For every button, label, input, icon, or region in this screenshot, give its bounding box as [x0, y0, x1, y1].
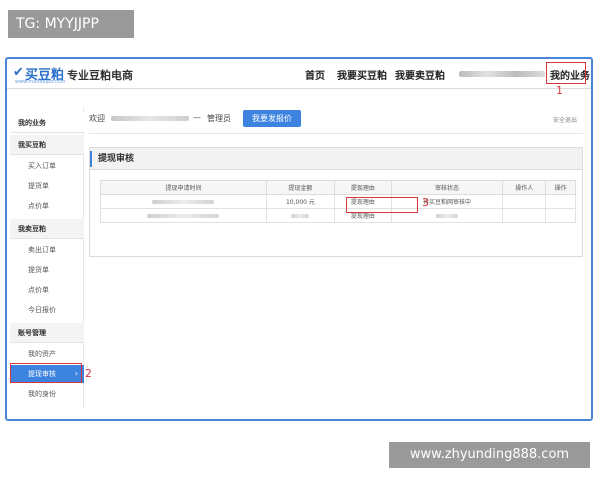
table-row: 提现理由: [100, 208, 576, 223]
sidebar-group-sell: 我卖豆粕: [10, 219, 84, 239]
action-cell: [545, 208, 576, 223]
column-header: 操作人: [502, 180, 547, 195]
operator-cell: [502, 194, 547, 209]
column-header: 提现申请时间: [100, 180, 267, 195]
annotation-box-3: [346, 197, 418, 213]
logo[interactable]: ✔ 买豆粕 www.maidoupo.com: [13, 64, 67, 86]
role-label: 管理员: [207, 114, 231, 123]
sidebar-item-buy-pricing[interactable]: 点价单: [10, 197, 84, 215]
tg-badge: TG: MYYJJPP: [8, 10, 134, 38]
withdraw-table: 提现申请时间 提现金额 提现理由 审核状态 操作人 操作 10,000 元 提现…: [100, 180, 576, 223]
user-name-redacted: [459, 71, 545, 77]
sidebar-item-buy-pickup[interactable]: 提货单: [10, 177, 84, 195]
table-header-row: 提现申请时间 提现金额 提现理由 审核状态 操作人 操作: [100, 180, 576, 195]
welcome-prefix: 欢迎: [89, 114, 105, 123]
nav-home[interactable]: 首页: [305, 67, 325, 82]
redacted-value: [147, 213, 220, 218]
sidebar-group-account: 账号管理: [10, 323, 84, 343]
operator-cell: [502, 208, 547, 223]
logout-link[interactable]: 安全退出: [553, 115, 577, 124]
logo-subtext: www.maidoupo.com: [15, 79, 66, 85]
sidebar-item-sell-orders[interactable]: 卖出订单: [10, 241, 84, 259]
annotation-number-3: 3: [422, 196, 429, 209]
column-header: 提现理由: [333, 180, 392, 195]
sidebar-item-my-assets[interactable]: 我的资产: [10, 345, 84, 363]
divider: [89, 133, 583, 134]
table-row: 10,000 元 提现理由 待买豆粕网审核中: [100, 194, 576, 209]
sidebar-item-today-quote[interactable]: 今日报价: [10, 301, 84, 319]
withdraw-review-panel: 提现审核 提现申请时间 提现金额 提现理由 审核状态 操作人 操作 10,000…: [89, 147, 583, 257]
site-title: 专业豆粕电商: [67, 69, 133, 82]
redacted-value: [152, 199, 215, 204]
apply-time-cell: [100, 208, 267, 223]
site-watermark: www.zhyunding888.com: [389, 442, 590, 468]
sidebar-item-buy-orders[interactable]: 买入订单: [10, 157, 84, 175]
sidebar-item-my-identity[interactable]: 我的身份: [10, 385, 84, 403]
amount-cell: 10,000 元: [265, 194, 335, 209]
annotation-box-2: [10, 363, 82, 383]
top-bar: ✔ 买豆粕 www.maidoupo.com 专业豆粕电商 首页 我要买豆粕 我…: [7, 59, 591, 89]
annotation-box-1: [546, 62, 586, 84]
action-cell: [545, 194, 576, 209]
username-redacted: [111, 116, 189, 121]
redacted-value: [435, 213, 458, 218]
welcome-dash: —: [193, 113, 201, 122]
annotation-number-2: 2: [85, 367, 92, 380]
nav-sell-soymeal[interactable]: 我要卖豆粕: [395, 67, 445, 82]
sidebar-title: 我的业务: [10, 113, 84, 133]
redacted-value: [291, 213, 310, 218]
apply-time-cell: [100, 194, 267, 209]
logo-icon: ✔: [13, 65, 24, 80]
amount-cell: [265, 208, 335, 223]
panel-title: 提现审核: [90, 148, 582, 170]
app-window: ✔ 买豆粕 www.maidoupo.com 专业豆粕电商 首页 我要买豆粕 我…: [5, 57, 593, 421]
annotation-number-1: 1: [556, 84, 563, 97]
post-quote-button[interactable]: 我要发报价: [243, 110, 301, 127]
column-header: 操作: [545, 180, 576, 195]
sidebar-group-buy: 我买豆粕: [10, 135, 84, 155]
column-header: 审核状态: [390, 180, 504, 195]
sidebar-item-sell-pricing[interactable]: 点价单: [10, 281, 84, 299]
nav-buy-soymeal[interactable]: 我要买豆粕: [337, 67, 387, 82]
column-header: 提现金额: [265, 180, 335, 195]
sidebar-item-sell-pickup[interactable]: 提货单: [10, 261, 84, 279]
